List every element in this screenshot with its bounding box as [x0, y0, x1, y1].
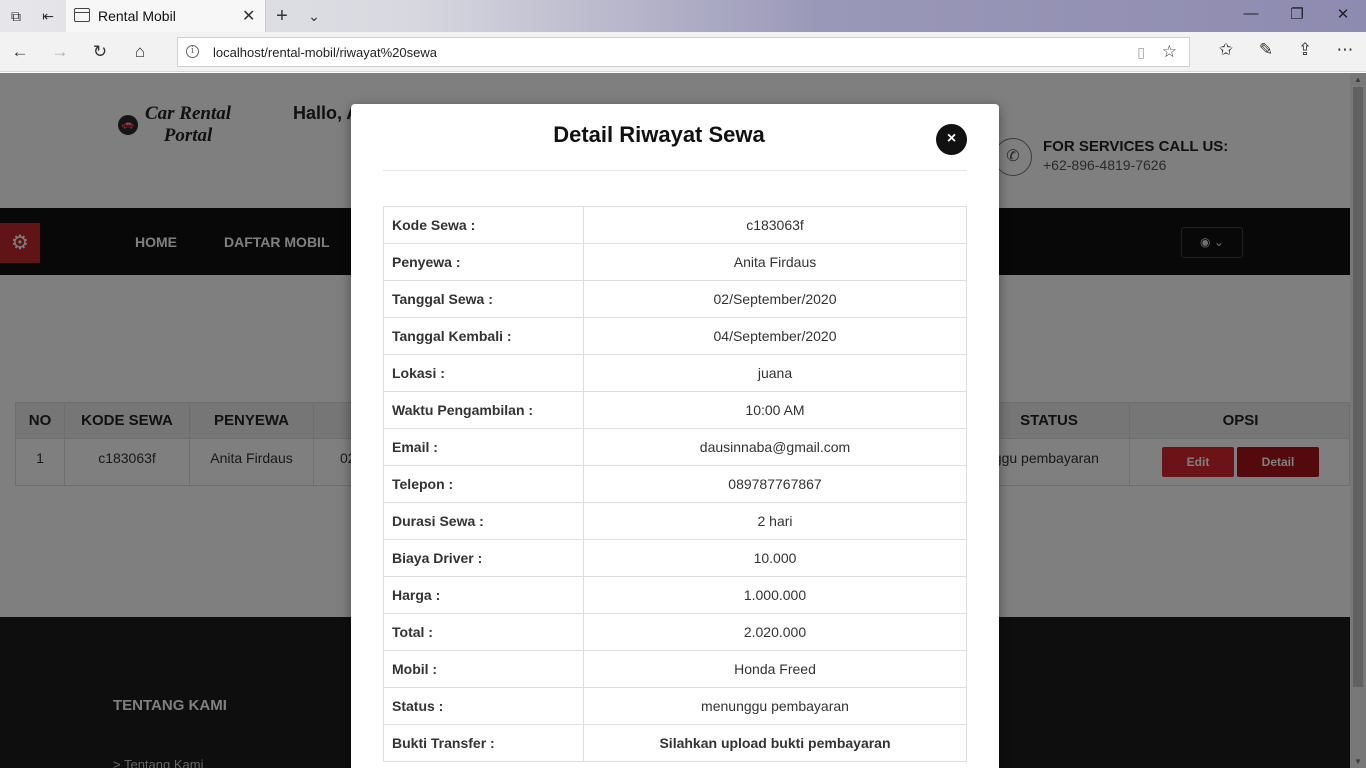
tab-actions-icon[interactable]: ⧉ — [6, 6, 26, 26]
refresh-icon[interactable]: ↻ — [89, 41, 111, 63]
web-note-pen-icon[interactable]: ✎ — [1254, 40, 1278, 60]
detail-value: c183063f — [583, 206, 967, 244]
detail-row: Penyewa : Anita Firdaus — [383, 243, 967, 281]
detail-row: Harga :1.000.000 — [383, 576, 967, 614]
detail-label: Waktu Pengambilan : — [383, 391, 584, 429]
detail-table: Kode Sewa : c183063f Penyewa : Anita Firdau… — [383, 206, 967, 762]
restore-icon[interactable]: ❐ — [1282, 5, 1312, 23]
detail-value: dausinnaba@gmail.com — [583, 428, 967, 466]
detail-value: 10:00 AM — [583, 391, 967, 429]
modal-divider — [383, 170, 967, 171]
home-icon[interactable]: ⌂ — [129, 41, 151, 63]
detail-label: Biaya Driver : — [383, 539, 584, 577]
detail-row: Email : dausinnaba@gmail.com — [383, 428, 967, 466]
more-menu-icon[interactable]: ⋯ — [1333, 40, 1357, 60]
detail-label: Kode Sewa : — [383, 206, 584, 244]
detail-label: Tanggal Sewa : — [383, 280, 584, 318]
detail-value: Silahkan upload bukti pembayaran — [583, 724, 967, 762]
detail-label: Lokasi : — [383, 354, 584, 392]
minimize-icon[interactable]: — — [1236, 5, 1266, 22]
detail-row: Tanggal Kembali :04/September/2020 — [383, 317, 967, 355]
detail-label: Durasi Sewa : — [383, 502, 584, 540]
tab-list-chevron-icon[interactable]: ⌄ — [304, 6, 324, 26]
detail-label: Harga : — [383, 576, 584, 614]
detail-row: Tanggal Sewa :02/September/2020 — [383, 280, 967, 318]
set-tabs-aside-icon[interactable]: ⇤ — [38, 6, 58, 26]
detail-value: Honda Freed — [583, 650, 967, 688]
tab-title: Rental Mobil — [98, 8, 176, 24]
detail-label: Penyewa : — [383, 243, 584, 281]
detail-row: Status : menunggu pembayaran — [383, 687, 967, 725]
detail-label: Email : — [383, 428, 584, 466]
close-window-icon[interactable]: ✕ — [1328, 5, 1358, 23]
detail-value: 2 hari — [583, 502, 967, 540]
detail-label: Tanggal Kembali : — [383, 317, 584, 355]
detail-label: Bukti Transfer : — [383, 724, 584, 762]
detail-value: 04/September/2020 — [583, 317, 967, 355]
browser-tab[interactable]: Rental Mobil ✕ — [66, 0, 266, 32]
detail-value: 089787767867 — [583, 465, 967, 503]
modal-close-button[interactable]: × — [936, 124, 967, 155]
tab-close-icon[interactable]: ✕ — [242, 6, 255, 26]
detail-row: Telepon :089787767867 — [383, 465, 967, 503]
detail-row: Durasi Sewa :2 hari — [383, 502, 967, 540]
favorites-icon[interactable]: ✩ — [1214, 40, 1238, 60]
detail-row: Waktu Pengambilan :10:00 AM — [383, 391, 967, 429]
detail-row: Mobil : Honda Freed — [383, 650, 967, 688]
url-text[interactable]: localhost/rental-mobil/riwayat%20sewa — [213, 45, 437, 60]
detail-value: juana — [583, 354, 967, 392]
detail-value: Anita Firdaus — [583, 243, 967, 281]
detail-row: Bukti Transfer : Silahkan upload bukti pe… — [383, 724, 967, 762]
detail-row: Lokasi : juana — [383, 354, 967, 392]
reading-view-icon[interactable]: ▯ — [1137, 44, 1145, 61]
detail-label: Status : — [383, 687, 584, 725]
detail-value: 10.000 — [583, 539, 967, 577]
detail-row: Kode Sewa : c183063f — [383, 206, 967, 244]
detail-value: 1.000.000 — [583, 576, 967, 614]
forward-icon[interactable]: → — [49, 41, 71, 63]
detail-value: menunggu pembayaran — [583, 687, 967, 725]
detail-modal: Detail Riwayat Sewa × Kode Sewa : c183063… — [351, 104, 999, 768]
address-toolbar: ← → ↻ ⌂ i localhost/rental-mobil/riwayat… — [0, 32, 1366, 72]
favorite-star-icon[interactable]: ☆ — [1162, 42, 1177, 62]
site-info-icon[interactable]: i — [186, 45, 199, 58]
browser-tab-bar: ⧉ ⇤ Rental Mobil ✕ + ⌄ — ❐ ✕ — [0, 0, 1366, 32]
url-field[interactable]: i localhost/rental-mobil/riwayat%20sewa … — [177, 37, 1190, 67]
back-icon[interactable]: ← — [9, 41, 31, 63]
detail-row: Biaya Driver :10.000 — [383, 539, 967, 577]
page-icon — [74, 8, 90, 22]
detail-value: 02/September/2020 — [583, 280, 967, 318]
detail-label: Mobil : — [383, 650, 584, 688]
share-icon[interactable]: ⇪ — [1293, 40, 1317, 60]
modal-title: Detail Riwayat Sewa — [553, 122, 765, 147]
detail-row: Total :2.020.000 — [383, 613, 967, 651]
detail-value: 2.020.000 — [583, 613, 967, 651]
new-tab-icon[interactable]: + — [272, 6, 292, 26]
detail-label: Telepon : — [383, 465, 584, 503]
detail-label: Total : — [383, 613, 584, 651]
